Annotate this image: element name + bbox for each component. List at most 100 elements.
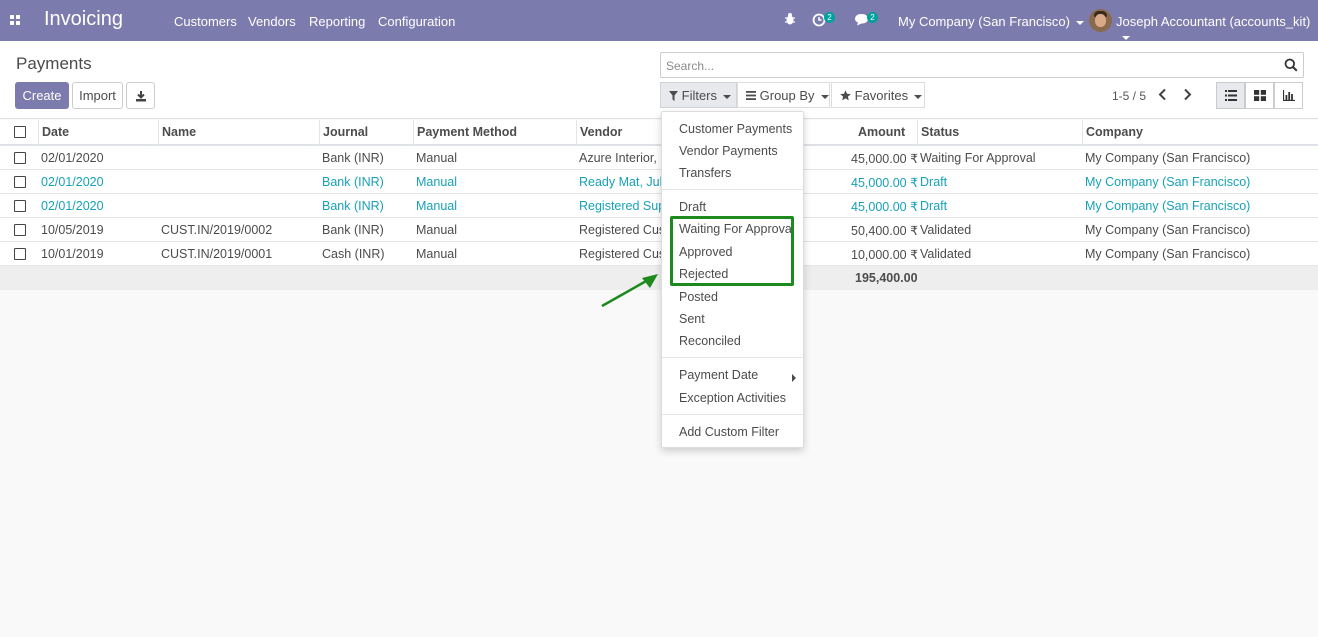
favorites-button[interactable]: Favorites <box>831 82 925 108</box>
search-icon[interactable] <box>1284 58 1298 72</box>
search-input[interactable]: Search... <box>660 52 1304 78</box>
chevron-down-icon <box>1122 35 1130 40</box>
cell-vendor: Ready Mat, Juli <box>579 175 666 189</box>
app-title: Invoicing <box>44 8 123 30</box>
cell-date: 10/01/2019 <box>41 247 104 261</box>
column-date[interactable]: Date <box>42 125 69 139</box>
filter-posted[interactable]: Posted <box>679 290 718 304</box>
menu-customers[interactable]: Customers <box>174 14 237 29</box>
filter-payment-date[interactable]: Payment Date <box>679 368 758 382</box>
cell-method: Manual <box>416 151 457 165</box>
cell-date: 02/01/2020 <box>41 151 104 165</box>
group-by-button[interactable]: Group By <box>737 82 830 108</box>
filters-label: Filters <box>681 88 718 103</box>
add-custom-filter[interactable]: Add Custom Filter <box>679 425 779 439</box>
table-row[interactable]: 10/05/2019 CUST.IN/2019/0002 Bank (INR) … <box>0 218 1318 242</box>
graph-view-button[interactable] <box>1274 82 1303 109</box>
chevron-left-icon[interactable] <box>1158 88 1167 101</box>
menu-configuration[interactable]: Configuration <box>378 14 455 29</box>
cell-amount: 50,400.00 ₹ <box>851 224 919 238</box>
cell-journal: Cash (INR) <box>322 247 385 261</box>
top-navbar: Invoicing Customers Vendors Reporting Co… <box>0 0 1318 41</box>
filter-exception-activities[interactable]: Exception Activities <box>679 391 786 405</box>
filter-icon <box>669 91 678 101</box>
row-checkbox[interactable] <box>14 224 26 236</box>
cell-vendor: Azure Interior, N <box>579 151 670 165</box>
cell-company: My Company (San Francisco) <box>1085 151 1251 165</box>
cell-method: Manual <box>416 175 457 189</box>
cell-amount: 45,000.00 ₹ <box>851 176 919 190</box>
table-row[interactable]: 02/01/2020 Bank (INR) Manual Registered … <box>0 194 1318 218</box>
user-menu[interactable]: Joseph Accountant (accounts_kit) <box>1116 14 1318 44</box>
star-icon <box>840 90 851 101</box>
search-placeholder: Search... <box>666 59 715 73</box>
column-company[interactable]: Company <box>1086 125 1143 139</box>
cell-status: Waiting For Approval <box>920 151 1036 165</box>
column-vendor[interactable]: Vendor <box>580 125 622 139</box>
cell-status: Draft <box>920 199 948 213</box>
column-name[interactable]: Name <box>162 125 196 139</box>
create-button[interactable]: Create <box>15 82 69 109</box>
filter-customer-payments[interactable]: Customer Payments <box>679 122 792 136</box>
row-checkbox[interactable] <box>14 152 26 164</box>
company-switcher[interactable]: My Company (San Francisco) <box>898 14 1084 29</box>
cell-date: 10/05/2019 <box>41 223 104 237</box>
download-button[interactable] <box>126 82 155 109</box>
kanban-view-icon <box>1254 90 1266 101</box>
table-row[interactable]: 10/01/2019 CUST.IN/2019/0001 Cash (INR) … <box>0 242 1318 266</box>
download-icon <box>135 91 146 102</box>
filters-button[interactable]: Filters <box>660 82 737 108</box>
cell-date: 02/01/2020 <box>41 175 104 189</box>
highlight-box <box>670 216 794 286</box>
select-all-checkbox[interactable] <box>14 126 26 138</box>
import-button[interactable]: Import <box>72 82 123 109</box>
row-checkbox[interactable] <box>14 248 26 260</box>
cell-method: Manual <box>416 247 457 261</box>
chevron-down-icon <box>723 94 732 99</box>
cell-journal: Bank (INR) <box>322 199 384 213</box>
chevron-down-icon <box>820 94 829 99</box>
cell-amount: 45,000.00 ₹ <box>851 152 919 166</box>
chevron-down-icon <box>1075 20 1084 25</box>
cell-amount: 45,000.00 ₹ <box>851 200 919 214</box>
filter-draft[interactable]: Draft <box>679 200 706 214</box>
control-panel: Payments Create Import Search... Filters… <box>0 41 1318 119</box>
row-checkbox[interactable] <box>14 200 26 212</box>
avatar[interactable] <box>1089 9 1112 32</box>
total-amount: 195,400.00 <box>855 271 918 285</box>
table-header: Date Name Journal Payment Method Vendor … <box>0 120 1318 146</box>
company-name: My Company (San Francisco) <box>898 14 1070 29</box>
list-view-button[interactable] <box>1216 82 1245 109</box>
dropdown-divider <box>662 189 803 190</box>
menu-vendors[interactable]: Vendors <box>248 14 296 29</box>
cell-amount: 10,000.00 ₹ <box>851 248 919 262</box>
column-journal[interactable]: Journal <box>323 125 368 139</box>
table-row[interactable]: 02/01/2020 Bank (INR) Manual Ready Mat, … <box>0 170 1318 194</box>
menu-reporting[interactable]: Reporting <box>309 14 365 29</box>
cell-name: CUST.IN/2019/0001 <box>161 247 273 261</box>
apps-grid-icon[interactable] <box>10 15 21 26</box>
cell-company: My Company (San Francisco) <box>1085 247 1251 261</box>
dropdown-divider <box>662 357 803 358</box>
filter-vendor-payments[interactable]: Vendor Payments <box>679 144 778 158</box>
messages-badge: 2 <box>867 12 878 23</box>
column-amount[interactable]: Amount <box>858 125 905 139</box>
row-checkbox[interactable] <box>14 176 26 188</box>
pager-value[interactable]: 1-5 / 5 <box>1112 89 1146 103</box>
bug-icon[interactable] <box>784 12 796 26</box>
list-bars-icon <box>746 91 756 100</box>
cell-status: Draft <box>920 175 948 189</box>
column-status[interactable]: Status <box>921 125 959 139</box>
filter-transfers[interactable]: Transfers <box>679 166 731 180</box>
cell-status: Validated <box>920 223 972 237</box>
kanban-view-button[interactable] <box>1245 82 1274 109</box>
bar-chart-icon <box>1283 90 1295 101</box>
table-row[interactable]: 02/01/2020 Bank (INR) Manual Azure Inter… <box>0 146 1318 170</box>
chevron-right-icon[interactable] <box>1183 88 1192 101</box>
cell-date: 02/01/2020 <box>41 199 104 213</box>
filter-reconciled[interactable]: Reconciled <box>679 334 741 348</box>
cell-company: My Company (San Francisco) <box>1085 223 1251 237</box>
filter-sent[interactable]: Sent <box>679 312 705 326</box>
column-payment-method[interactable]: Payment Method <box>417 125 517 139</box>
caret-right-icon <box>792 374 796 382</box>
